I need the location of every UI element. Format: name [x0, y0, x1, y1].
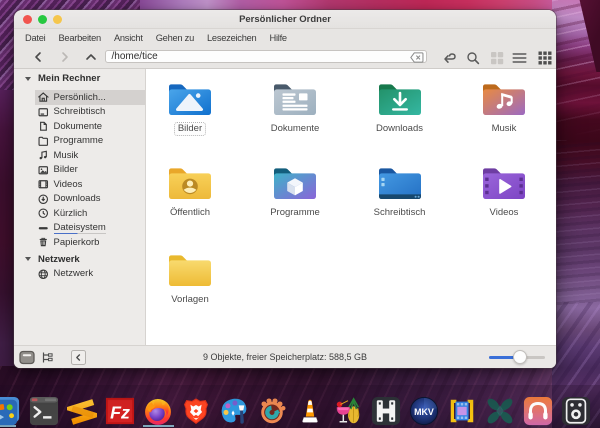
svg-text:Fz: Fz: [110, 403, 130, 423]
svg-text:MKV: MKV: [414, 407, 434, 417]
